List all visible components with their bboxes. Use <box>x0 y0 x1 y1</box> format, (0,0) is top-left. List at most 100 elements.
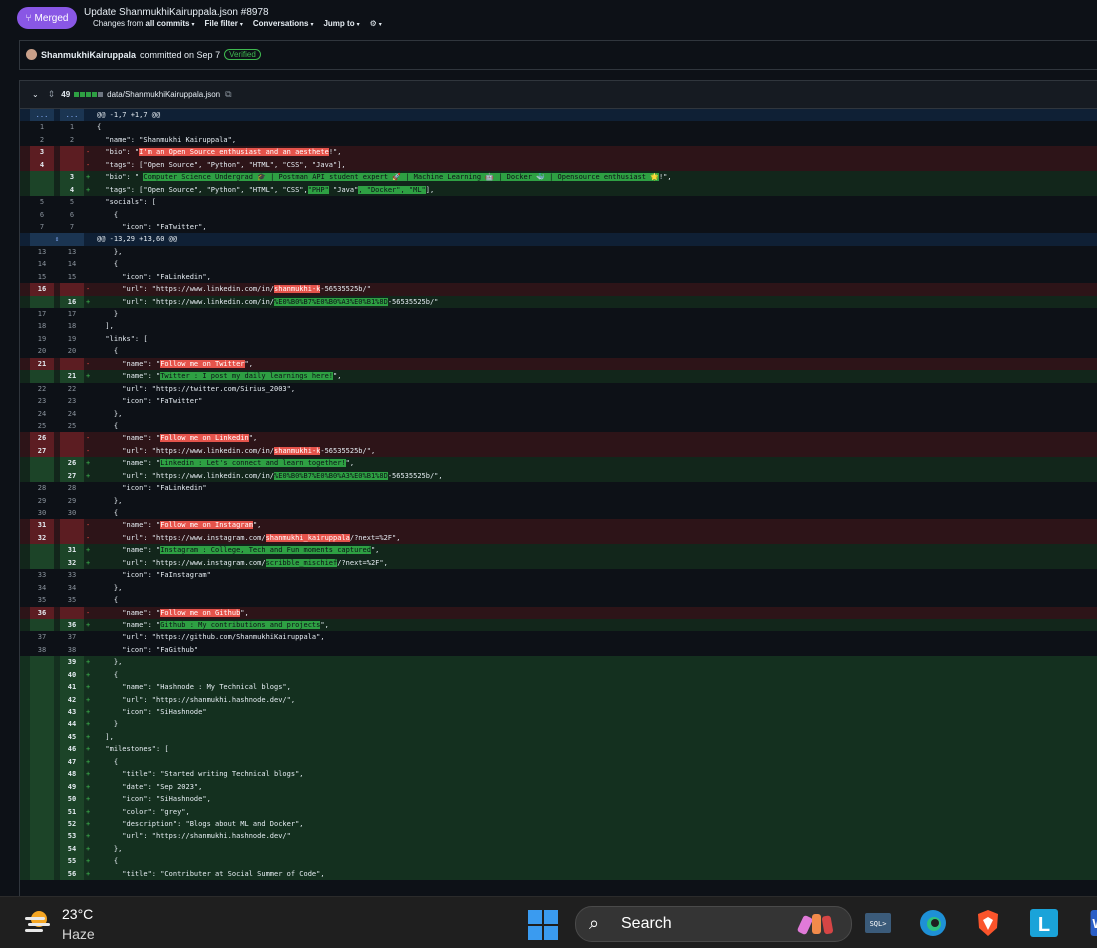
old-line-number[interactable] <box>30 656 54 668</box>
new-line-number[interactable]: 17 <box>60 308 84 320</box>
new-line-number[interactable]: ... <box>60 109 84 121</box>
new-line-number[interactable]: 15 <box>60 271 84 283</box>
new-line-number[interactable]: 13 <box>60 246 84 258</box>
old-line-number[interactable] <box>30 370 54 382</box>
new-line-number[interactable]: 29 <box>60 495 84 507</box>
new-line-number[interactable]: 44 <box>60 718 84 730</box>
pr-title[interactable]: Update ShanmukhiKairuppala.json #8978 <box>84 7 269 18</box>
new-line-number[interactable]: 32 <box>60 557 84 569</box>
old-line-number[interactable] <box>30 184 54 196</box>
old-line-number[interactable] <box>30 793 54 805</box>
new-line-number[interactable]: 46 <box>60 743 84 755</box>
weather-temperature[interactable]: 23°C <box>62 906 93 922</box>
new-line-number[interactable] <box>60 445 84 457</box>
new-line-number[interactable]: 4 <box>60 184 84 196</box>
old-line-number[interactable]: 6 <box>30 209 54 221</box>
expand-lines-icon[interactable]: ⇕ <box>30 233 84 245</box>
old-line-number[interactable]: 34 <box>30 582 54 594</box>
old-line-number[interactable] <box>30 843 54 855</box>
old-line-number[interactable]: 4 <box>30 159 54 171</box>
old-line-number[interactable]: 22 <box>30 383 54 395</box>
new-line-number[interactable]: 49 <box>60 781 84 793</box>
new-line-number[interactable]: 41 <box>60 681 84 693</box>
new-line-number[interactable]: 48 <box>60 768 84 780</box>
edge-browser-icon[interactable] <box>918 908 948 938</box>
new-line-number[interactable]: 51 <box>60 806 84 818</box>
new-line-number[interactable]: 16 <box>60 296 84 308</box>
old-line-number[interactable]: 37 <box>30 631 54 643</box>
old-line-number[interactable] <box>30 171 54 183</box>
new-line-number[interactable]: 35 <box>60 594 84 606</box>
changes-from-dropdown[interactable]: Changes from all commits▾ <box>93 19 195 28</box>
old-line-number[interactable]: 15 <box>30 271 54 283</box>
brave-browser-icon[interactable] <box>973 908 1003 938</box>
old-line-number[interactable]: 29 <box>30 495 54 507</box>
new-line-number[interactable]: 52 <box>60 818 84 830</box>
verified-badge[interactable]: Verified <box>224 49 261 60</box>
old-line-number[interactable] <box>30 743 54 755</box>
old-line-number[interactable] <box>30 544 54 556</box>
old-line-number[interactable] <box>30 731 54 743</box>
old-line-number[interactable]: 7 <box>30 221 54 233</box>
old-line-number[interactable]: 30 <box>30 507 54 519</box>
new-line-number[interactable]: 14 <box>60 258 84 270</box>
new-line-number[interactable]: 23 <box>60 395 84 407</box>
old-line-number[interactable] <box>30 296 54 308</box>
new-line-number[interactable]: 50 <box>60 793 84 805</box>
old-line-number[interactable] <box>30 768 54 780</box>
old-line-number[interactable] <box>30 694 54 706</box>
old-line-number[interactable]: 26 <box>30 432 54 444</box>
new-line-number[interactable]: 43 <box>60 706 84 718</box>
old-line-number[interactable]: 23 <box>30 395 54 407</box>
new-line-number[interactable] <box>60 358 84 370</box>
new-line-number[interactable]: 42 <box>60 694 84 706</box>
new-line-number[interactable]: 6 <box>60 209 84 221</box>
old-line-number[interactable] <box>30 557 54 569</box>
haze-weather-icon[interactable] <box>22 907 52 937</box>
new-line-number[interactable]: 3 <box>60 171 84 183</box>
old-line-number[interactable]: 20 <box>30 345 54 357</box>
old-line-number[interactable] <box>30 781 54 793</box>
old-line-number[interactable]: 13 <box>30 246 54 258</box>
old-line-number[interactable]: 28 <box>30 482 54 494</box>
old-line-number[interactable]: 35 <box>30 594 54 606</box>
conversations-dropdown[interactable]: Conversations▾ <box>253 19 314 28</box>
new-line-number[interactable]: 21 <box>60 370 84 382</box>
commit-author[interactable]: ShanmukhiKairuppala <box>41 50 136 60</box>
new-line-number[interactable]: 47 <box>60 756 84 768</box>
new-line-number[interactable]: 1 <box>60 121 84 133</box>
new-line-number[interactable]: 56 <box>60 868 84 880</box>
old-line-number[interactable]: 31 <box>30 519 54 531</box>
old-line-number[interactable]: 16 <box>30 283 54 295</box>
old-line-number[interactable] <box>30 681 54 693</box>
new-line-number[interactable]: 36 <box>60 619 84 631</box>
old-line-number[interactable] <box>30 868 54 880</box>
old-line-number[interactable]: 1 <box>30 121 54 133</box>
new-line-number[interactable]: 5 <box>60 196 84 208</box>
old-line-number[interactable]: 21 <box>30 358 54 370</box>
new-line-number[interactable]: 22 <box>60 383 84 395</box>
new-line-number[interactable]: 28 <box>60 482 84 494</box>
old-line-number[interactable]: 25 <box>30 420 54 432</box>
new-line-number[interactable] <box>60 519 84 531</box>
old-line-number[interactable]: 17 <box>30 308 54 320</box>
taskbar-search[interactable]: ⌕ Search <box>575 906 852 942</box>
old-line-number[interactable] <box>30 806 54 818</box>
old-line-number[interactable] <box>30 457 54 469</box>
new-line-number[interactable]: 55 <box>60 855 84 867</box>
old-line-number[interactable]: 3 <box>30 146 54 158</box>
weather-condition[interactable]: Haze <box>62 926 95 942</box>
avatar[interactable] <box>26 49 37 60</box>
new-line-number[interactable]: 53 <box>60 830 84 842</box>
new-line-number[interactable]: 2 <box>60 134 84 146</box>
old-line-number[interactable] <box>30 855 54 867</box>
old-line-number[interactable]: 5 <box>30 196 54 208</box>
file-filter-dropdown[interactable]: File filter▾ <box>205 19 243 28</box>
new-line-number[interactable] <box>60 159 84 171</box>
old-line-number[interactable] <box>30 818 54 830</box>
new-line-number[interactable]: 24 <box>60 408 84 420</box>
jump-to-dropdown[interactable]: Jump to▾ <box>323 19 359 28</box>
old-line-number[interactable]: 19 <box>30 333 54 345</box>
old-line-number[interactable]: 32 <box>30 532 54 544</box>
new-line-number[interactable]: 37 <box>60 631 84 643</box>
